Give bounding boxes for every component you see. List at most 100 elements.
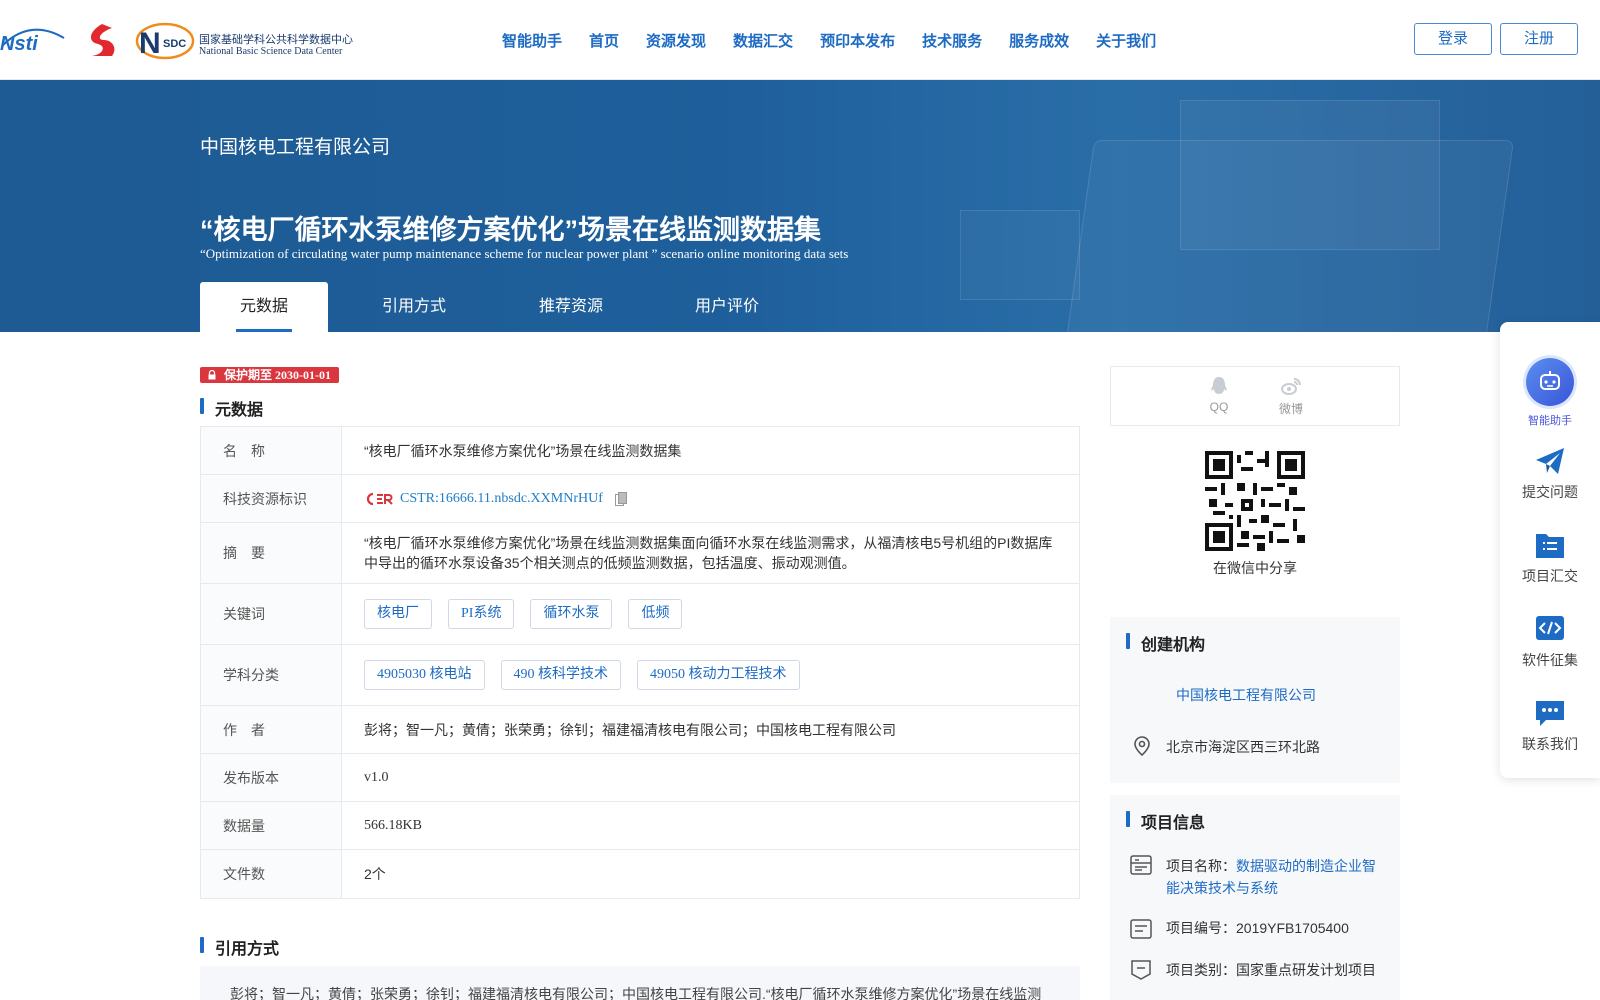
keyword-tag[interactable]: PI系统 xyxy=(448,599,515,629)
wechat-qr-code xyxy=(1205,451,1305,551)
subject-tag[interactable]: 4905030 核电站 xyxy=(364,660,485,690)
float-ai-label: 智能助手 xyxy=(1528,415,1572,427)
float-contact[interactable]: 联系我们 xyxy=(1500,698,1600,754)
subject-list: 4905030 核电站 490 核科学技术 49050 核动力工程技术 xyxy=(342,645,1079,705)
table-row: 摘 要 “核电厂循环水泵维修方案优化”场景在线监测数据集面向循环水泵在线监测需求… xyxy=(201,523,1079,584)
nav-about[interactable]: 关于我们 xyxy=(1096,30,1156,51)
tab-reviews[interactable]: 用户评价 xyxy=(642,282,812,332)
creator-address: 北京市海淀区西三环北路 xyxy=(1166,739,1320,755)
nav-tech-service[interactable]: 技术服务 xyxy=(922,30,982,51)
project-type: 项目类别：国家重点研发计划项目 xyxy=(1166,962,1376,978)
project-type-icon xyxy=(1131,960,1151,980)
tab-recommended[interactable]: 推荐资源 xyxy=(500,282,642,332)
float-submit-label: 提交问题 xyxy=(1522,484,1578,500)
field-value-version: v1.0 xyxy=(364,769,389,785)
project-title: 项目信息 xyxy=(1126,809,1205,833)
table-row: 名 称 “核电厂循环水泵维修方案优化”场景在线监测数据集 xyxy=(201,427,1079,475)
nsdc-logo-cn: 国家基础学科公共科学数据中心 xyxy=(199,34,353,46)
field-label: 关键词 xyxy=(201,584,342,644)
share-qq-button[interactable]: QQ xyxy=(1199,375,1239,414)
share-box: QQ 微博 xyxy=(1110,366,1400,426)
float-project-label: 项目汇交 xyxy=(1522,568,1578,584)
floating-toolbar: 智能助手 提交问题 项目汇交 软件征集 联系我们 xyxy=(1500,322,1600,778)
cstr-logo-icon xyxy=(366,492,393,505)
cstr-link[interactable]: CSTR:16666.11.nbsdc.XXMNrHUf xyxy=(400,491,603,507)
field-label: 作 者 xyxy=(201,706,342,753)
field-label: 发布版本 xyxy=(201,754,342,801)
section-title-citation: 引用方式 xyxy=(200,935,279,959)
keyword-tag[interactable]: 低频 xyxy=(628,599,683,629)
float-software-label: 软件征集 xyxy=(1522,652,1578,668)
project-number: 项目编号：2019YFB1705400 xyxy=(1166,920,1349,936)
dataset-banner: 中国核电工程有限公司 “核电厂循环水泵维修方案优化”场景在线监测数据集 “Opt… xyxy=(0,80,1600,332)
code-icon xyxy=(1536,616,1564,640)
folder-list-icon xyxy=(1536,534,1564,558)
brand-s-logo[interactable] xyxy=(82,22,120,58)
field-label: 摘 要 xyxy=(201,523,342,583)
qr-caption: 在微信中分享 xyxy=(1213,560,1297,576)
robot-icon xyxy=(1526,358,1574,406)
table-row: 科技资源标识 CSTR:16666.11.nbsdc.XXMNrHUf xyxy=(201,475,1079,523)
top-header: Nsti N SDC 国家基础学科公共科学数据中心 National Basic… xyxy=(0,0,1600,80)
keyword-list: 核电厂 PI系统 循环水泵 低频 xyxy=(342,584,1079,644)
nsti-logo[interactable]: Nsti xyxy=(0,24,66,54)
svg-text:N: N xyxy=(139,27,161,60)
field-label: 数据量 xyxy=(201,802,342,849)
float-contact-label: 联系我们 xyxy=(1522,736,1578,752)
table-row: 关键词 核电厂 PI系统 循环水泵 低频 xyxy=(201,584,1079,645)
project-name-row: 项目名称：数据驱动的制造企业智能决策技术与系统 xyxy=(1166,855,1386,899)
field-value-authors: 彭将；智一凡；黄倩；张荣勇；徐钊；福建福清核电有限公司；中国核电工程有限公司 xyxy=(364,721,896,738)
tab-metadata[interactable]: 元数据 xyxy=(200,282,328,332)
nav-service-results[interactable]: 服务成效 xyxy=(1009,30,1069,51)
project-number-icon xyxy=(1130,919,1152,939)
creator-org-link[interactable]: 中国核电工程有限公司 xyxy=(1176,685,1316,705)
float-ai-assistant[interactable]: 智能助手 xyxy=(1500,358,1600,428)
nav-home[interactable]: 首页 xyxy=(589,30,619,51)
field-value-cstr: CSTR:16666.11.nbsdc.XXMNrHUf xyxy=(342,475,1079,522)
svg-text:SDC: SDC xyxy=(163,38,186,50)
field-label: 学科分类 xyxy=(201,645,342,705)
subject-tag[interactable]: 49050 核动力工程技术 xyxy=(637,660,800,690)
detail-tabs: 元数据 引用方式 推荐资源 用户评价 xyxy=(200,282,812,332)
nav-resource-discovery[interactable]: 资源发现 xyxy=(646,30,706,51)
banner-decoration xyxy=(960,210,1080,300)
field-value-name: “核电厂循环水泵维修方案优化”场景在线监测数据集 xyxy=(364,442,682,459)
login-button[interactable]: 登录 xyxy=(1414,23,1492,55)
project-name-icon xyxy=(1130,855,1152,875)
lock-icon xyxy=(208,370,216,380)
share-qq-label: QQ xyxy=(1209,400,1229,414)
float-software[interactable]: 软件征集 xyxy=(1500,614,1600,670)
copy-icon[interactable] xyxy=(614,491,627,506)
register-button[interactable]: 注册 xyxy=(1500,23,1578,55)
field-value-files: 2个 xyxy=(364,866,386,882)
weibo-icon xyxy=(1281,378,1301,395)
keyword-tag[interactable]: 核电厂 xyxy=(364,599,432,629)
field-value-abstract: “核电厂循环水泵维修方案优化”场景在线监测数据集面向循环水泵在线监测需求，从福清… xyxy=(364,535,1053,571)
main-nav: 智能助手 首页 资源发现 数据汇交 预印本发布 技术服务 服务成效 关于我们 xyxy=(502,30,1183,51)
subject-tag[interactable]: 490 核科学技术 xyxy=(500,660,621,690)
table-row: 数据量 566.18KB xyxy=(201,802,1079,850)
tab-citation[interactable]: 引用方式 xyxy=(328,282,500,332)
location-pin-icon xyxy=(1134,736,1150,757)
table-row: 学科分类 4905030 核电站 490 核科学技术 49050 核动力工程技术 xyxy=(201,645,1079,706)
creator-title: 创建机构 xyxy=(1126,631,1205,655)
float-project-submit[interactable]: 项目汇交 xyxy=(1500,530,1600,586)
nav-preprint[interactable]: 预印本发布 xyxy=(820,30,895,51)
share-weibo-button[interactable]: 微博 xyxy=(1271,375,1311,417)
svg-text:Nsti: Nsti xyxy=(0,33,38,54)
nsdc-logo-en: National Basic Science Data Center xyxy=(199,46,343,57)
keyword-tag[interactable]: 循环水泵 xyxy=(530,599,613,629)
protection-text: 保护期至 2030-01-01 xyxy=(224,368,331,382)
citation-text: 彭将；智一凡；黄倩；张荣勇；徐钊；福建福清核电有限公司；中国核电工程有限公司.“… xyxy=(200,966,1080,1000)
project-panel: 项目信息 项目名称：数据驱动的制造企业智能决策技术与系统 项目编号：2019YF… xyxy=(1110,795,1400,1000)
creator-panel: 创建机构 中国核电工程有限公司 北京市海淀区西三环北路 xyxy=(1110,617,1400,783)
dataset-title-cn: “核电厂循环水泵维修方案优化”场景在线监测数据集 xyxy=(200,215,821,245)
nav-data-submission[interactable]: 数据汇交 xyxy=(733,30,793,51)
nsdc-emblem-icon: N SDC xyxy=(135,22,195,60)
banner-decoration xyxy=(1065,140,1515,332)
qq-icon xyxy=(1211,377,1227,394)
float-submit-question[interactable]: 提交问题 xyxy=(1500,446,1600,502)
table-row: 作 者 彭将；智一凡；黄倩；张荣勇；徐钊；福建福清核电有限公司；中国核电工程有限… xyxy=(201,706,1079,754)
nsdc-logo[interactable]: N SDC 国家基础学科公共科学数据中心 National Basic Scie… xyxy=(135,21,353,61)
nav-ai-assistant[interactable]: 智能助手 xyxy=(502,30,562,51)
